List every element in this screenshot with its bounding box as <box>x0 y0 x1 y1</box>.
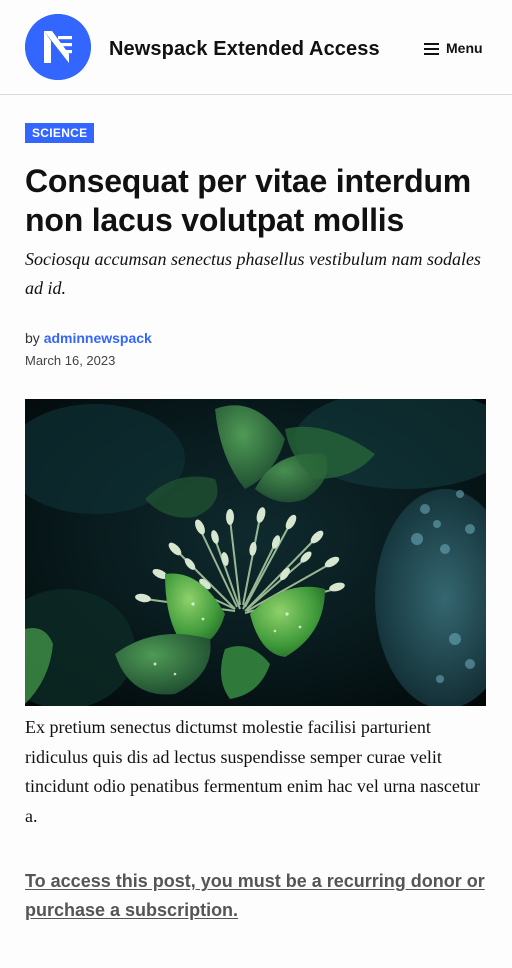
author-link[interactable]: adminnewspack <box>44 330 152 346</box>
menu-label: Menu <box>446 40 483 56</box>
byline: by adminnewspack <box>25 329 152 347</box>
byline-prefix: by <box>25 330 40 346</box>
featured-image <box>25 399 486 706</box>
post-subtitle: Sociosqu accumsan senectus phasellus ves… <box>25 249 481 298</box>
paywall-link[interactable]: To access this post, you must be a recur… <box>25 871 485 920</box>
article-body: Ex pretium senectus dictumst molestie fa… <box>25 717 480 826</box>
menu-button[interactable]: Menu <box>424 36 483 60</box>
category-tag[interactable]: SCIENCE <box>25 123 95 143</box>
post-title: Consequat per vitae interdum non lacus v… <box>25 163 472 238</box>
hamburger-icon <box>424 42 439 55</box>
site-title[interactable]: Newspack Extended Access <box>109 35 380 63</box>
newspack-logo-icon[interactable] <box>25 14 91 80</box>
site-header: Newspack Extended Access Menu <box>0 0 512 95</box>
post-date: March 16, 2023 <box>25 353 116 368</box>
paywall-message: To access this post, you must be a recur… <box>25 867 495 925</box>
